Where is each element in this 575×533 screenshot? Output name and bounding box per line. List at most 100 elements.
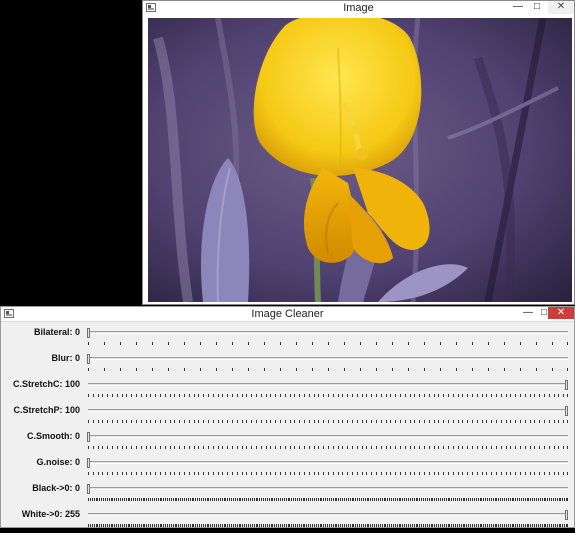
close-button[interactable]: ✕ bbox=[548, 307, 574, 319]
trackbar-tick bbox=[200, 342, 201, 345]
trackbar-tick bbox=[323, 472, 325, 475]
trackbar-tick bbox=[424, 524, 426, 527]
trackbar-tick bbox=[135, 524, 137, 527]
trackbar-tick bbox=[169, 394, 171, 397]
trackbar-tick bbox=[547, 524, 549, 527]
trackbar-tick bbox=[178, 524, 180, 527]
trackbar-track[interactable] bbox=[88, 435, 568, 438]
trackbar-tick bbox=[553, 472, 555, 475]
image-cleaner-titlebar[interactable]: Image Cleaner — □ ✕ bbox=[1, 307, 574, 322]
trackbar-tick bbox=[515, 498, 517, 501]
trackbar-tick bbox=[554, 498, 556, 501]
trackbar-thumb[interactable] bbox=[87, 328, 90, 338]
trackbar-tick bbox=[248, 498, 249, 501]
maximize-button[interactable]: □ bbox=[529, 1, 545, 14]
trackbar-track[interactable] bbox=[88, 383, 568, 386]
trackbar-tick bbox=[260, 446, 262, 449]
image-window-titlebar[interactable]: Image — □ ✕ bbox=[143, 1, 574, 17]
trackbar-tick bbox=[208, 420, 209, 423]
trackbar-tick bbox=[524, 420, 526, 423]
trackbar-thumb[interactable] bbox=[565, 406, 568, 416]
trackbar-tick bbox=[443, 446, 445, 449]
trackbar-tick bbox=[520, 394, 521, 397]
trackbar-tick bbox=[448, 420, 449, 423]
trackbar-tick bbox=[97, 420, 99, 423]
trackbar-tick bbox=[504, 524, 505, 527]
trackbar-thumb[interactable] bbox=[565, 510, 568, 520]
trackbar-tick bbox=[321, 524, 323, 527]
trackbar-tick bbox=[366, 420, 368, 423]
trackbar-tick bbox=[313, 394, 315, 397]
trackbar-tick bbox=[539, 420, 541, 423]
trackbar-tick bbox=[193, 420, 195, 423]
minimize-button[interactable]: — bbox=[510, 1, 526, 14]
trackbar-track[interactable] bbox=[88, 487, 568, 490]
trackbar-tick bbox=[256, 420, 257, 423]
trackbar-tick bbox=[376, 446, 377, 449]
trackbar-thumb[interactable] bbox=[87, 458, 90, 468]
trackbar-tick bbox=[460, 524, 462, 527]
trackbar-tick bbox=[336, 498, 338, 501]
trackbar-tick bbox=[360, 524, 362, 527]
trackbar-track[interactable] bbox=[88, 409, 568, 412]
trackbar-tick bbox=[462, 394, 464, 397]
trackbar-tick bbox=[472, 368, 473, 371]
trackbar-tick bbox=[539, 446, 541, 449]
trackbar-tick bbox=[426, 524, 428, 527]
trackbar-tick bbox=[510, 394, 512, 397]
trackbar-tick bbox=[168, 368, 169, 371]
trackbar-tick bbox=[381, 524, 383, 527]
trackbar-tick bbox=[487, 524, 489, 527]
trackbar-tick bbox=[319, 498, 321, 501]
trackbar-label: C.StretchP: 100 bbox=[13, 405, 80, 415]
trackbar-tick bbox=[295, 498, 297, 501]
trackbar-tick bbox=[142, 498, 144, 501]
trackbar-track[interactable] bbox=[88, 461, 568, 464]
trackbar-label: Black->0: 0 bbox=[32, 483, 80, 493]
trackbar-tick bbox=[323, 524, 325, 527]
trackbar-tick bbox=[436, 498, 438, 501]
trackbar-tick bbox=[440, 368, 441, 371]
trackbar-tick bbox=[328, 342, 329, 345]
trackbar-tick bbox=[123, 498, 125, 501]
trackbar-tick bbox=[479, 524, 481, 527]
trackbar-tick bbox=[417, 498, 419, 501]
trackbar-tick bbox=[244, 498, 246, 501]
trackbar-tick bbox=[188, 394, 190, 397]
trackbar-tick bbox=[198, 446, 200, 449]
trackbar-tick bbox=[283, 524, 285, 527]
trackbar-track[interactable] bbox=[88, 513, 568, 516]
trackbar-tick bbox=[222, 446, 224, 449]
trackbar-tick bbox=[452, 420, 454, 423]
trackbar-thumb[interactable] bbox=[87, 484, 90, 494]
trackbar-tick bbox=[256, 472, 257, 475]
trackbar-tick bbox=[392, 498, 394, 501]
trackbar-tick bbox=[356, 472, 358, 475]
trackbar-thumb[interactable] bbox=[565, 380, 568, 390]
close-button[interactable]: ✕ bbox=[548, 1, 574, 14]
trackbar-tick bbox=[145, 472, 147, 475]
trackbar-tick bbox=[464, 498, 466, 501]
trackbar-tick bbox=[433, 446, 435, 449]
trackbar-thumb[interactable] bbox=[87, 354, 90, 364]
minimize-button[interactable]: — bbox=[520, 307, 536, 320]
trackbar-tick bbox=[180, 498, 182, 501]
trackbar-tick bbox=[116, 524, 118, 527]
trackbar-tick bbox=[438, 498, 440, 501]
trackbar-tick bbox=[534, 394, 536, 397]
trackbar-track[interactable] bbox=[88, 331, 568, 334]
trackbar-tick bbox=[136, 368, 137, 371]
trackbar-track[interactable] bbox=[88, 357, 568, 360]
trackbar-tick bbox=[153, 498, 155, 501]
trackbar-tick bbox=[443, 420, 445, 423]
trackbar-tick bbox=[121, 498, 123, 501]
trackbar-tick bbox=[548, 420, 550, 423]
trackbar-tick bbox=[400, 498, 402, 501]
trackbar-tick bbox=[179, 472, 181, 475]
trackbar-tick bbox=[536, 368, 537, 371]
trackbar-tick bbox=[136, 394, 137, 397]
trackbar-tick bbox=[216, 342, 217, 345]
trackbar-tick bbox=[385, 498, 387, 501]
trackbar-thumb[interactable] bbox=[87, 432, 90, 442]
trackbar-tick bbox=[517, 498, 519, 501]
